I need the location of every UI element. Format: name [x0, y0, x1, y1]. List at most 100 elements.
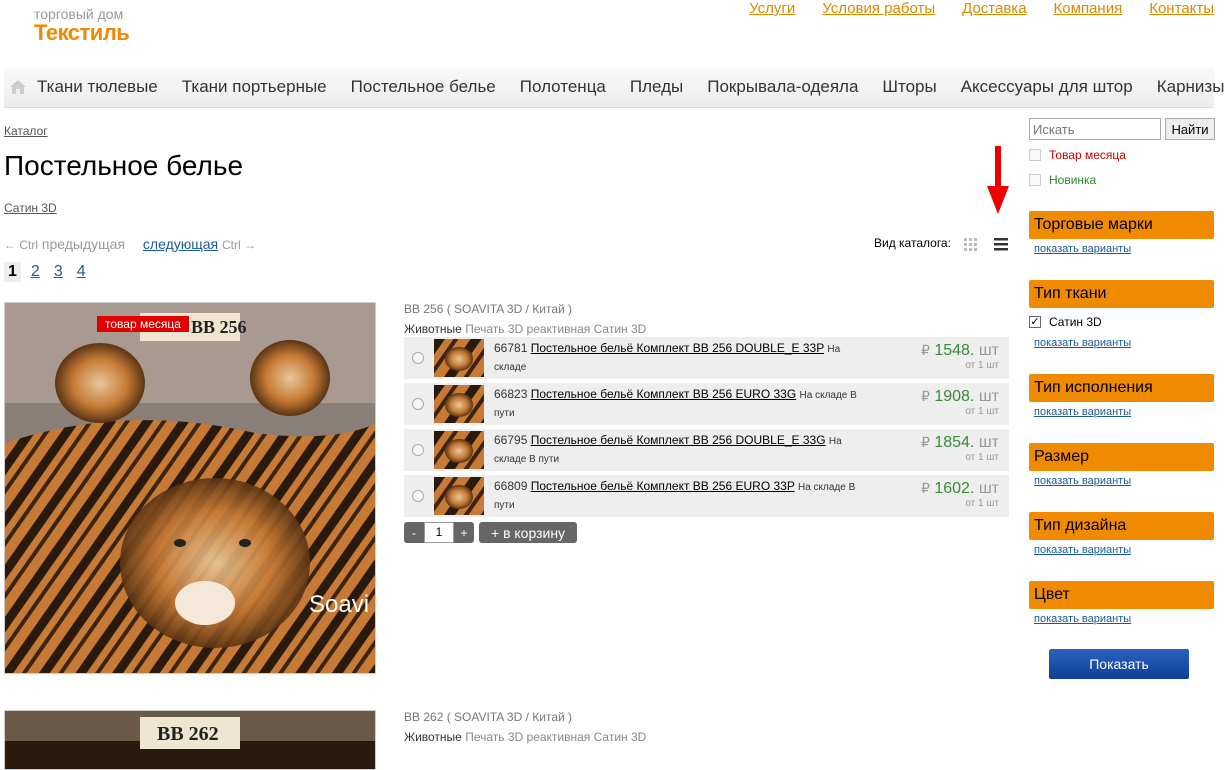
grid-view-icon[interactable]: [963, 236, 979, 252]
row-thumb: [434, 385, 484, 423]
row-code: 66823: [494, 387, 528, 401]
tag-animals: Животные: [404, 730, 462, 744]
row-min: от 1 шт: [965, 360, 999, 371]
row-unit: шт: [978, 434, 999, 451]
qty-plus-button[interactable]: +: [454, 522, 474, 543]
tag-list: Печать 3D реактивная Сатин 3D: [465, 322, 647, 336]
checkbox[interactable]: [1029, 149, 1041, 161]
row-thumb: [434, 477, 484, 515]
toplink-terms[interactable]: Условия работы: [822, 0, 935, 17]
nav-bedspreads[interactable]: Покрывала-одеяла: [707, 77, 858, 97]
subcategory-link[interactable]: Сатин 3D: [4, 201, 57, 215]
search-button[interactable]: Найти: [1165, 118, 1215, 140]
card-code: BB 256: [191, 317, 247, 337]
nav-bedding[interactable]: Постельное белье: [351, 77, 496, 97]
checkbox-checked[interactable]: ✓: [1029, 316, 1041, 328]
nav-towels[interactable]: Полотенца: [520, 77, 606, 97]
nav-plaids[interactable]: Пледы: [630, 77, 683, 97]
pagination: 1 2 3 4: [4, 262, 90, 282]
currency-icon: ₽: [920, 388, 930, 404]
toplink-company[interactable]: Компания: [1054, 0, 1123, 17]
toplink-delivery[interactable]: Доставка: [962, 0, 1026, 17]
qty-input[interactable]: 1: [424, 522, 454, 543]
facet-brands[interactable]: Торговые марки: [1029, 211, 1214, 239]
product-image[interactable]: BB 262: [4, 710, 376, 770]
table-row[interactable]: 66781 Постельное бельё Комплект BB 256 D…: [404, 337, 1009, 379]
show-button[interactable]: Показать: [1049, 649, 1189, 679]
home-icon[interactable]: [9, 75, 27, 99]
nav-curtains[interactable]: Шторы: [882, 77, 936, 97]
search-input[interactable]: [1029, 118, 1161, 140]
row-price: 1908.: [934, 388, 975, 405]
row-name[interactable]: Постельное бельё Комплект BB 256 EURO 33…: [531, 479, 795, 493]
row-name[interactable]: Постельное бельё Комплект BB 256 EURO 33…: [531, 387, 796, 401]
page-title: Постельное белье: [4, 150, 244, 181]
facet-size[interactable]: Размер: [1029, 443, 1214, 471]
row-code: 66781: [494, 341, 528, 355]
row-price: 1548.: [934, 342, 975, 359]
table-row[interactable]: 66795 Постельное бельё Комплект BB 256 D…: [404, 429, 1009, 471]
toplink-contacts[interactable]: Контакты: [1149, 0, 1214, 17]
prev-hint: ← Ctrl: [4, 238, 38, 252]
row-unit: шт: [978, 480, 999, 497]
product-head: BB 256 ( SOAVITA 3D / Китай ): [404, 302, 573, 316]
facet-design-show[interactable]: показать варианты: [1034, 544, 1131, 556]
row-name[interactable]: Постельное бельё Комплект BB 256 DOUBLE_…: [531, 433, 826, 447]
facet-fabric[interactable]: Тип ткани: [1029, 280, 1214, 308]
filter-month[interactable]: Товар месяца: [1029, 148, 1126, 162]
pager-prev-next: ← Ctrl предыдущая следующая Ctrl →: [4, 236, 256, 252]
product-image[interactable]: товар месяца BB 256 Soavi: [4, 302, 376, 674]
row-radio[interactable]: [412, 398, 424, 410]
add-to-cart-button[interactable]: + в корзину: [479, 522, 578, 543]
nav-curtain-fabrics[interactable]: Ткани портьерные: [182, 77, 327, 97]
nav-cornices[interactable]: Карнизы: [1157, 77, 1225, 97]
facet-brands-show[interactable]: показать варианты: [1034, 243, 1131, 255]
nav-accessories[interactable]: Аксессуары для штор: [961, 77, 1133, 97]
facet-execution[interactable]: Тип исполнения: [1029, 374, 1214, 402]
row-price: 1854.: [934, 434, 975, 451]
page-3[interactable]: 3: [50, 262, 67, 282]
logo[interactable]: торговый дом Текстиль: [34, 6, 130, 45]
filter-new-label: Новинка: [1049, 173, 1097, 187]
page-2[interactable]: 2: [27, 262, 44, 282]
next-hint: Ctrl →: [222, 238, 257, 252]
currency-icon: ₽: [920, 434, 930, 450]
facet-fabric-show[interactable]: показать варианты: [1034, 337, 1131, 349]
facet-size-show[interactable]: показать варианты: [1034, 475, 1131, 487]
view-label: Вид каталога:: [874, 236, 951, 250]
row-name[interactable]: Постельное бельё Комплект BB 256 DOUBLE_…: [531, 341, 824, 355]
row-price-block: ₽ 1908. шт от 1 шт: [921, 388, 999, 417]
row-price-block: ₽ 1602. шт от 1 шт: [921, 480, 999, 509]
card-brand: Soavi: [309, 591, 370, 618]
product-tags: Животные Печать 3D реактивная Сатин 3D: [404, 730, 646, 744]
quantity-stepper: - 1 + + в корзину: [404, 522, 578, 543]
nav-tulle[interactable]: Ткани тюлевые: [37, 77, 158, 97]
filter-new[interactable]: Новинка: [1029, 173, 1096, 187]
page-4[interactable]: 4: [73, 262, 90, 282]
row-min: от 1 шт: [965, 406, 999, 417]
row-radio[interactable]: [412, 444, 424, 456]
page-1: 1: [4, 262, 21, 282]
facet-execution-show[interactable]: показать варианты: [1034, 406, 1131, 418]
table-row[interactable]: 66809 Постельное бельё Комплект BB 256 E…: [404, 475, 1009, 517]
row-thumb: [434, 339, 484, 377]
filter-month-label: Товар месяца: [1049, 148, 1126, 162]
logo-line2: Текстиль: [34, 20, 130, 45]
search-bar: Найти: [1029, 118, 1215, 140]
list-view-icon[interactable]: [993, 236, 1009, 252]
facet-fabric-option[interactable]: ✓ Сатин 3D: [1029, 315, 1102, 329]
qty-minus-button[interactable]: -: [404, 522, 424, 543]
table-row[interactable]: 66823 Постельное бельё Комплект BB 256 E…: [404, 383, 1009, 425]
breadcrumb[interactable]: Каталог: [4, 124, 48, 138]
row-thumb: [434, 431, 484, 469]
facet-color-show[interactable]: показать варианты: [1034, 613, 1131, 625]
row-radio[interactable]: [412, 352, 424, 364]
toplink-services[interactable]: Услуги: [749, 0, 795, 17]
facet-color[interactable]: Цвет: [1029, 581, 1214, 609]
facet-design[interactable]: Тип дизайна: [1029, 512, 1214, 540]
badge-month: товар месяца: [97, 316, 189, 332]
prev-link[interactable]: предыдущая: [42, 236, 125, 252]
row-radio[interactable]: [412, 490, 424, 502]
next-link[interactable]: следующая: [143, 236, 218, 252]
checkbox[interactable]: [1029, 174, 1041, 186]
